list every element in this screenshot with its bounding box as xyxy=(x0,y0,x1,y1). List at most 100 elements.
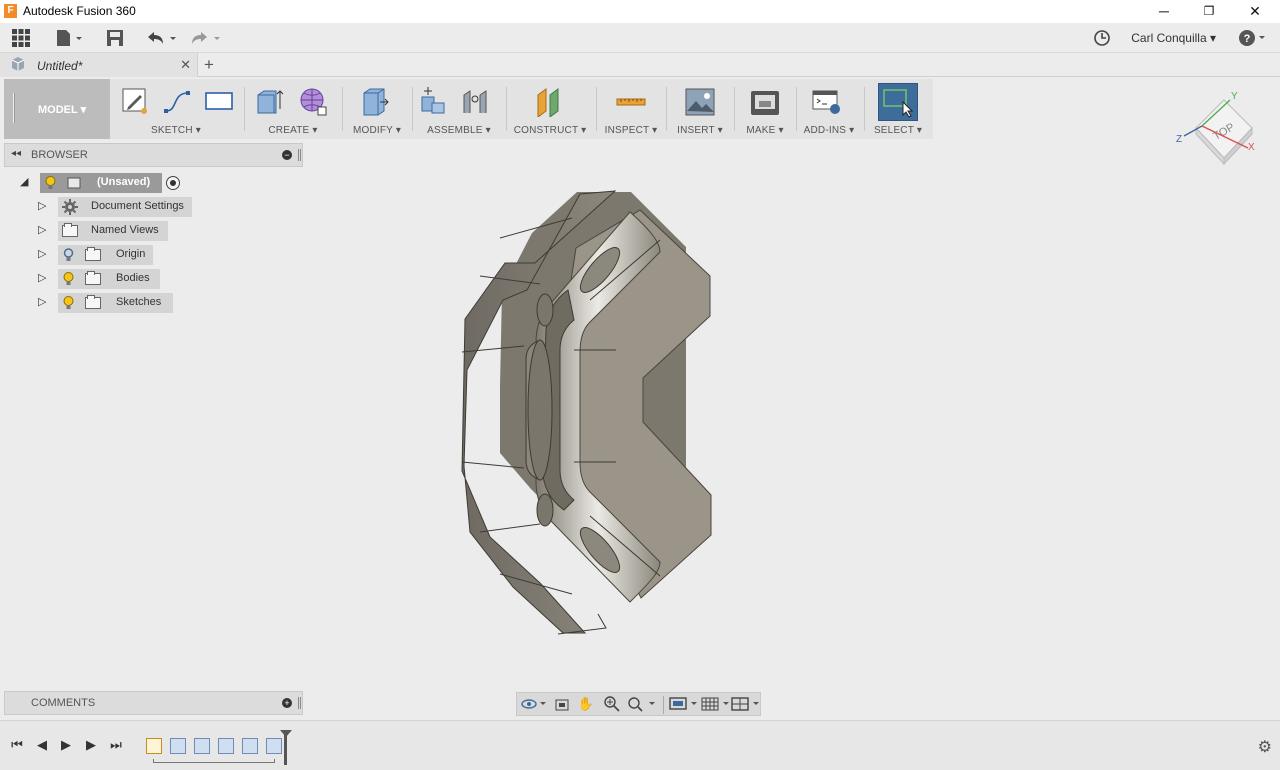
make-group[interactable]: MAKE ▾ xyxy=(738,79,792,139)
step-back-icon[interactable]: ◀ xyxy=(34,737,50,753)
browser-minimize-icon[interactable]: − xyxy=(282,150,292,160)
expand-arrow-icon[interactable]: ▷ xyxy=(38,247,46,260)
offset-plane-icon[interactable] xyxy=(534,85,564,117)
document-settings-label: Document Settings xyxy=(91,200,184,212)
document-tab[interactable]: Untitled* ✕ xyxy=(0,53,198,77)
browser-grip-handle[interactable] xyxy=(298,149,301,161)
origin-node[interactable]: Origin xyxy=(58,245,153,265)
create-group[interactable]: CREATE ▾ xyxy=(248,79,338,139)
save-icon[interactable] xyxy=(106,28,124,48)
expand-arrow-icon[interactable]: ▷ xyxy=(38,199,46,212)
view-cube[interactable]: TOP Y Z X xyxy=(1174,90,1264,170)
assemble-group-label: ASSEMBLE xyxy=(427,125,483,136)
undo-icon[interactable] xyxy=(146,28,178,48)
timeline-extrude-feature-icon[interactable] xyxy=(170,738,186,754)
timeline-track xyxy=(153,759,275,763)
comments-panel-header[interactable]: COMMENTS + xyxy=(4,691,303,715)
comments-grip-handle[interactable] xyxy=(298,697,301,709)
insert-group[interactable]: INSERT ▾ xyxy=(670,79,730,139)
modify-group[interactable]: MODIFY ▾ xyxy=(346,79,408,139)
timeline-settings-gear-icon[interactable]: ⚙ xyxy=(1258,737,1272,757)
data-panel-grid-icon[interactable] xyxy=(11,28,31,48)
joint-icon[interactable] xyxy=(460,85,490,117)
visibility-bulb-icon[interactable] xyxy=(63,296,74,310)
3d-print-icon[interactable] xyxy=(750,85,780,117)
restore-button[interactable]: ❐ xyxy=(1186,0,1232,23)
close-window-button[interactable]: ✕ xyxy=(1232,0,1278,23)
go-to-start-icon[interactable]: ⏮ xyxy=(9,737,25,753)
visibility-bulb-icon[interactable] xyxy=(63,272,74,286)
press-pull-icon[interactable] xyxy=(360,85,390,117)
root-node-label: (Unsaved) xyxy=(97,176,151,188)
look-at-icon[interactable] xyxy=(553,696,571,712)
zoom-icon[interactable] xyxy=(603,696,621,712)
workspace-switcher[interactable]: MODEL ▾ xyxy=(4,79,110,139)
viewports-icon[interactable] xyxy=(731,696,761,712)
close-tab-icon[interactable]: ✕ xyxy=(180,57,191,73)
timeline-sketch-feature-icon[interactable] xyxy=(146,738,162,754)
grid-snaps-icon[interactable] xyxy=(701,696,731,712)
timeline-marker-handle-icon[interactable] xyxy=(280,730,292,737)
step-forward-icon[interactable]: ▶ xyxy=(83,737,99,753)
go-to-end-icon[interactable]: ⏭ xyxy=(108,737,124,753)
named-views-node[interactable]: Named Views xyxy=(58,221,168,241)
add-ins-group-label: ADD-INS xyxy=(803,125,847,136)
select-group[interactable]: SELECT ▾ xyxy=(868,79,928,139)
3d-model-body[interactable] xyxy=(440,180,740,650)
construct-group[interactable]: CONSTRUCT ▾ xyxy=(510,79,590,139)
display-settings-icon[interactable] xyxy=(669,696,699,712)
activate-component-radio[interactable] xyxy=(166,176,180,190)
zoom-window-icon[interactable] xyxy=(627,696,657,712)
collapse-browser-icon[interactable]: ◂◂ xyxy=(11,148,21,159)
expand-arrow-icon[interactable]: ▷ xyxy=(38,223,46,236)
browser-item-named-views[interactable]: ▷ Named Views xyxy=(36,221,176,241)
new-tab-button[interactable]: + xyxy=(204,55,214,75)
form-icon[interactable] xyxy=(298,85,328,117)
redo-icon[interactable] xyxy=(190,28,222,48)
timeline-body-feature-icon[interactable] xyxy=(194,738,210,754)
assemble-group[interactable]: ASSEMBLE ▾ xyxy=(416,79,502,139)
insert-image-icon[interactable] xyxy=(685,85,715,117)
expand-arrow-icon[interactable]: ▷ xyxy=(38,271,46,284)
add-ins-group[interactable]: ADD-INS ▾ xyxy=(800,79,858,139)
scripts-add-ins-icon[interactable] xyxy=(812,85,842,117)
job-status-clock-icon[interactable] xyxy=(1092,28,1112,48)
play-icon[interactable]: ▶ xyxy=(58,737,74,753)
rectangle-icon[interactable] xyxy=(204,85,234,117)
sketch-group[interactable]: SKETCH ▾ xyxy=(114,79,238,139)
minimize-button[interactable]: ─ xyxy=(1141,0,1187,23)
timeline-shell-feature-icon[interactable] xyxy=(266,738,282,754)
root-node[interactable]: (Unsaved) xyxy=(40,173,162,193)
browser-panel-header[interactable]: ◂◂ BROWSER − xyxy=(4,143,303,167)
user-account-menu[interactable]: Carl Conquilla ▾ xyxy=(1131,31,1216,45)
timeline-fillet-feature-icon[interactable] xyxy=(218,738,234,754)
title-bar: F Autodesk Fusion 360 ─ ❐ ✕ xyxy=(0,0,1280,23)
add-comment-icon[interactable]: + xyxy=(282,698,292,708)
select-tool-button[interactable] xyxy=(878,83,918,121)
pan-hand-icon[interactable]: ✋ xyxy=(577,696,595,712)
sketch-group-label: SKETCH xyxy=(151,125,193,136)
visibility-bulb-icon[interactable] xyxy=(45,176,56,190)
browser-root-row[interactable]: ◢ (Unsaved) xyxy=(20,173,190,193)
document-settings-node[interactable]: Document Settings xyxy=(58,197,192,217)
browser-item-bodies[interactable]: ▷ Bodies xyxy=(36,269,166,289)
collapse-root-icon[interactable]: ◢ xyxy=(20,175,28,188)
visibility-bulb-icon[interactable] xyxy=(63,248,74,262)
measure-icon[interactable] xyxy=(616,85,646,117)
browser-item-document-settings[interactable]: ▷ Document Settings xyxy=(36,197,196,217)
help-icon[interactable]: ? xyxy=(1238,28,1268,48)
expand-arrow-icon[interactable]: ▷ xyxy=(38,295,46,308)
extrude-icon[interactable] xyxy=(254,85,284,117)
timeline-fillet-feature-icon[interactable] xyxy=(242,738,258,754)
orbit-icon[interactable] xyxy=(521,696,547,712)
browser-item-origin[interactable]: ▷ Origin xyxy=(36,245,166,265)
file-menu-icon[interactable] xyxy=(54,28,84,48)
create-sketch-icon[interactable] xyxy=(120,85,150,117)
line-arc-icon[interactable] xyxy=(162,85,192,117)
browser-item-sketches[interactable]: ▷ Sketches xyxy=(36,293,176,313)
bodies-node[interactable]: Bodies xyxy=(58,269,160,289)
navigation-bar: ✋ xyxy=(516,692,761,716)
inspect-group[interactable]: INSPECT ▾ xyxy=(600,79,662,139)
new-component-icon[interactable] xyxy=(418,85,448,117)
sketches-node[interactable]: Sketches xyxy=(58,293,173,313)
